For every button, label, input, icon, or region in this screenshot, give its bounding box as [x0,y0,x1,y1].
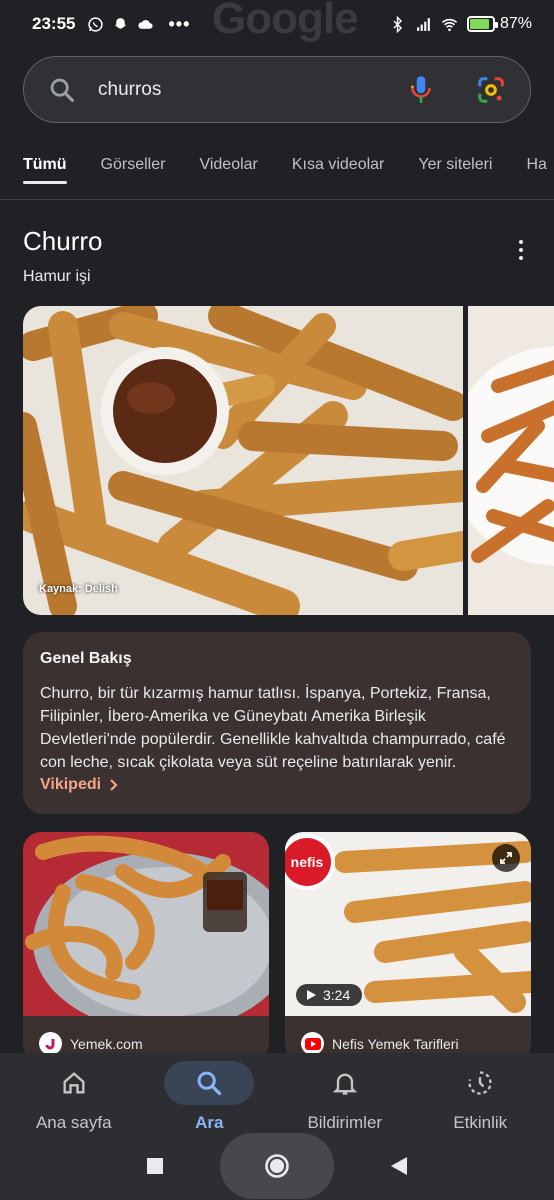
overview-text: Churro, bir tür kızarmış hamur tatlısı. … [40,685,506,771]
battery-percent: 87% [499,15,532,32]
recents-icon[interactable] [146,1157,164,1175]
battery-fill [469,19,490,29]
tab-short-videos[interactable]: Kısa videolar [292,140,385,199]
tab-videos[interactable]: Videolar [199,140,257,199]
churros-on-plate-photo [23,832,269,1016]
expand-icon[interactable] [492,844,520,872]
search-icon [197,1071,222,1096]
activity-icon [468,1071,492,1095]
wikipedia-link[interactable]: Vikipedi [40,776,514,794]
nav-home-label: Ana sayfa [35,1113,112,1132]
result-source: Yemek.com [39,1032,143,1055]
notification-icons: ••• [87,14,190,35]
home-circle-icon [265,1154,289,1178]
status-bar: Google 23:55 ••• 87% [0,0,554,48]
bottom-navigation: Ana sayfa Ara Bildirimler Etkinlik [0,1053,554,1200]
search-icon [50,78,75,102]
result-source: Nefis Yemek Tarifleri [301,1032,459,1055]
system-icons: 87% [389,15,532,33]
churros-plate-photo [468,306,554,615]
churros-photo [23,306,463,615]
nav-activity[interactable]: Etkinlik [415,1061,545,1133]
search-input[interactable] [98,78,408,101]
result-video-thumbnail: nefis 3:24 [285,832,531,1016]
yemek-logo-icon [39,1032,62,1055]
knowledge-panel-title: Churro [23,226,103,256]
video-duration: 3:24 [323,987,351,1003]
result-image [23,832,269,1016]
bluetooth-icon [393,15,403,33]
search-bar[interactable] [23,56,531,123]
mic-icon[interactable] [408,74,434,106]
tab-places[interactable]: Yer siteleri [418,140,492,199]
home-icon [63,1072,85,1094]
cloud-icon [138,19,154,29]
churro-side-image[interactable] [468,306,554,615]
tab-more[interactable]: Ha [526,140,546,199]
result-source-name: Nefis Yemek Tarifleri [332,1035,459,1052]
snapchat-icon [115,17,127,29]
chevron-right-icon [110,779,118,791]
more-notifications-icon: ••• [168,13,191,34]
tab-all[interactable]: Tümü [23,140,67,199]
knowledge-panel-subtitle: Hamur işi [23,268,91,285]
system-navigation [0,1132,554,1200]
lens-icon[interactable] [476,75,506,105]
result-card-nefis[interactable]: nefis 3:24 Nefis Yemek Tarifleri [285,832,531,1062]
tab-images[interactable]: Görseller [101,140,166,199]
nav-home[interactable]: Ana sayfa [9,1061,139,1133]
nav-search[interactable]: Ara [144,1061,274,1133]
battery-indicator: 87% [466,15,532,33]
google-logo-ghost: Google [212,0,359,43]
more-options-icon[interactable] [510,236,532,264]
battery-icon [466,16,498,32]
clock: 23:55 [32,14,76,33]
result-source-name: Yemek.com [70,1035,143,1052]
overview-card: Genel Bakış Churro, bir tür kızarmış ham… [23,632,531,814]
whatsapp-icon [88,16,104,32]
svg-text:nefis: nefis [291,854,324,870]
nav-notifications[interactable]: Bildirimler [280,1061,410,1133]
nav-search-label: Ara [195,1113,224,1132]
wikipedia-link-label: Vikipedi [40,776,102,793]
back-icon[interactable] [390,1156,408,1176]
wifi-icon [441,18,458,31]
signal-icon [417,17,430,31]
home-button[interactable] [220,1133,334,1199]
nav-notifications-label: Bildirimler [307,1113,383,1132]
video-duration-badge: 3:24 [296,984,363,1006]
overview-title: Genel Bakış [40,650,132,667]
bell-icon [332,1073,357,1095]
play-icon [307,990,316,1000]
nav-activity-label: Etkinlik [453,1113,508,1132]
search-tabs: Tümü Görseller Videolar Kısa videolar Ye… [0,140,554,200]
churro-main-image[interactable]: Kaynak: Delish [23,306,463,615]
result-card-yemek[interactable]: Yemek.com [23,832,269,1062]
youtube-icon [301,1032,324,1055]
image-source-caption: Kaynak: Delish [39,583,118,595]
